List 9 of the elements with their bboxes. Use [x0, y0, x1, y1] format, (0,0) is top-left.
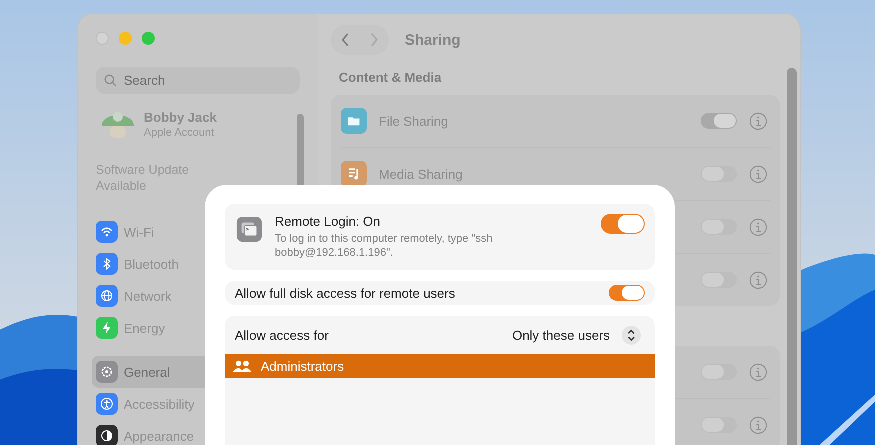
- setting-label: Allow access for: [235, 328, 329, 343]
- section-heading: Content & Media: [339, 70, 443, 85]
- window-title: Sharing: [405, 32, 461, 48]
- remote-login-instructions: To log in to this computer remotely, type "ssh bobby@192.168.1.196".: [275, 232, 494, 260]
- remote-login-status: Remote Login: On: [275, 214, 382, 229]
- account-name: Bobby Jack: [144, 110, 217, 124]
- setting-label: Media Sharing: [379, 166, 463, 182]
- setting-label: Allow full disk access for remote users: [235, 286, 456, 301]
- setting-label: File Sharing: [379, 114, 448, 128]
